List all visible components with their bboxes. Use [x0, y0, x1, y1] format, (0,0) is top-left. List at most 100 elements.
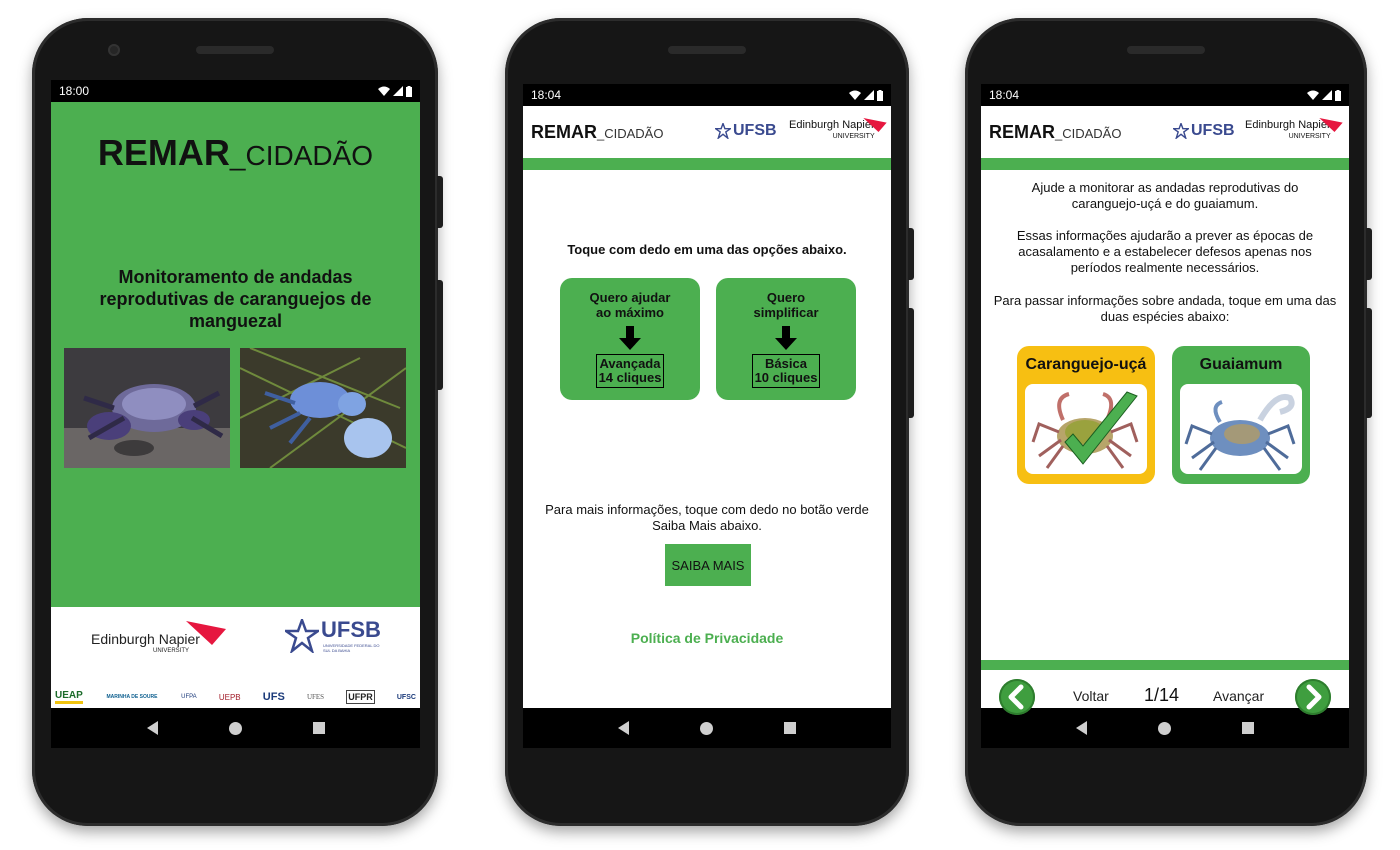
back-nav-icon[interactable]	[1076, 721, 1088, 735]
arrow-down-icon	[619, 326, 641, 350]
screen-body: REMAR_CIDADÃO UFSB Edinburgh Napier UNIV…	[523, 106, 891, 708]
info-line-2: Saiba Mais abaixo.	[652, 518, 762, 533]
status-icons	[378, 85, 412, 97]
recents-nav-icon[interactable]	[1241, 722, 1254, 734]
android-nav-bar	[523, 708, 891, 748]
recents-nav-icon[interactable]	[312, 722, 325, 734]
volume-button	[437, 280, 443, 390]
status-time: 18:00	[59, 84, 90, 98]
status-time: 18:04	[989, 88, 1020, 102]
phone-3: 18:04 REMAR_CIDADÃO UFSB Edinburgh Napie…	[965, 18, 1372, 826]
napier-logo: Edinburgh Napier UNIVERSITY	[789, 120, 875, 142]
recents-nav-icon[interactable]	[783, 722, 796, 734]
app-title: REMAR_CIDADÃO	[531, 122, 663, 143]
napier-name: Edinburgh Napier	[91, 631, 200, 647]
arrow-down-icon	[775, 326, 797, 350]
crab-photo-right	[240, 348, 406, 468]
home-nav-icon[interactable]	[699, 721, 713, 735]
app-title-main: REMAR	[97, 132, 230, 173]
option-mode-box: Básica 10 cliques	[752, 354, 820, 388]
napier-logo: Edinburgh Napier UNIVERSITY	[1245, 120, 1331, 142]
napier-name: Edinburgh Napier	[1245, 119, 1331, 131]
battery-icon	[406, 85, 412, 97]
status-bar: 18:04	[523, 84, 891, 106]
splash-heading: Monitoramento de andadas reprodutivas de…	[99, 267, 372, 331]
back-nav-icon[interactable]	[618, 721, 630, 735]
wifi-icon	[378, 86, 390, 96]
species-card-caranguejo-uca[interactable]: Caranguejo-uçá	[1017, 346, 1155, 484]
options-prompt: Toque com dedo em uma das opções abaixo.	[567, 242, 847, 257]
napier-university: UNIVERSITY	[153, 648, 190, 654]
logo-soure: MARINHA DE SOURE	[106, 694, 158, 700]
screen-1: 18:00 REMAR_CIDADÃO Monitoramento de and…	[51, 80, 420, 748]
species-card-guaiamum[interactable]: Guaiamum	[1172, 346, 1310, 484]
option-mode: Avançada	[599, 356, 661, 371]
speaker-grille	[1127, 46, 1205, 54]
battery-icon	[1335, 89, 1341, 101]
napier-university: UNIVERSITY	[1288, 133, 1331, 140]
wifi-icon	[849, 90, 861, 100]
napier-swoosh-icon	[1319, 118, 1343, 132]
screen-body: REMAR_CIDADÃO UFSB Edinburgh Napier UNIV…	[981, 106, 1349, 715]
ufsb-subtext: UNIVERSIDADE FEDERAL DO SUL DA BAHIA	[323, 643, 380, 653]
back-nav-icon[interactable]	[146, 721, 158, 735]
status-icons	[1307, 89, 1341, 101]
logo-ufes: UFES	[306, 693, 325, 701]
bottom-accent-bar	[981, 660, 1349, 670]
crab-photo-left	[64, 348, 230, 468]
advanced-option-card[interactable]: Quero ajudar ao máximo Avançada 14 cliques	[560, 278, 700, 400]
power-button	[908, 228, 914, 280]
home-nav-icon[interactable]	[1157, 721, 1171, 735]
app-header: REMAR_CIDADÃO UFSB Edinburgh Napier UNIV…	[523, 106, 891, 170]
back-label[interactable]: Voltar	[1073, 688, 1109, 704]
ufsb-wordmark: UFSB	[733, 122, 777, 139]
species-name: Caranguejo-uçá	[1025, 356, 1147, 373]
wifi-icon	[1307, 90, 1319, 100]
logo-ufpr: UFPR	[346, 690, 375, 704]
logo-uepb: UEPB	[218, 692, 241, 702]
logo-ufpa: UFPA	[181, 694, 197, 700]
napier-swoosh-icon	[863, 118, 887, 132]
intro-paragraph-1: Ajude a monitorar as andadas reprodutiva…	[1031, 180, 1299, 211]
status-bar: 18:04	[981, 84, 1349, 106]
napier-university: UNIVERSITY	[832, 133, 875, 140]
next-label[interactable]: Avançar	[1213, 688, 1264, 704]
home-nav-icon[interactable]	[228, 721, 242, 735]
app-title-sub: _CIDADÃO	[229, 140, 374, 171]
app-title-main: REMAR	[989, 122, 1055, 142]
ufsb-logo: UFSB	[715, 122, 777, 140]
app-title-main: REMAR	[531, 122, 597, 142]
ufsb-star-icon	[1173, 123, 1189, 139]
napier-name: Edinburgh Napier	[789, 119, 875, 131]
screen-2: 18:04 REMAR_CIDADÃO UFSB Edinburgh Napie…	[523, 84, 891, 748]
ufsb-wordmark: UFSB	[321, 617, 381, 642]
ufsb-star-icon	[285, 619, 319, 653]
saiba-mais-button[interactable]: SAIBA MAIS	[665, 544, 751, 586]
napier-swoosh-icon	[186, 621, 226, 645]
screen-3: 18:04 REMAR_CIDADÃO UFSB Edinburgh Napie…	[981, 84, 1349, 748]
signal-icon	[1322, 90, 1332, 100]
intro-paragraph-3: Para passar informações sobre andada, to…	[993, 293, 1337, 324]
signal-icon	[864, 90, 874, 100]
option-label-line2: ao máximo	[596, 305, 664, 320]
front-camera	[108, 44, 120, 56]
basic-option-card[interactable]: Quero simplificar Básica 10 cliques	[716, 278, 856, 400]
phone-2: 18:04 REMAR_CIDADÃO UFSB Edinburgh Napie…	[505, 18, 914, 826]
status-time: 18:04	[531, 88, 562, 102]
ufsb-logo: UFSB	[1173, 122, 1235, 140]
more-info-text: Para mais informações, toque com dedo no…	[533, 502, 881, 534]
species-name: Guaiamum	[1199, 356, 1283, 373]
logo-ufsc: UFSC	[396, 693, 416, 701]
splash-panel: REMAR_CIDADÃO Monitoramento de andadas r…	[51, 102, 420, 607]
app-title-sub: _CIDADÃO	[597, 126, 664, 141]
option-label-line2: simplificar	[753, 305, 819, 320]
signal-icon	[393, 86, 403, 96]
sponsor-logos-panel: Edinburgh Napier UNIVERSITY UFSB UNIVERS…	[51, 607, 420, 708]
android-nav-bar	[51, 708, 420, 748]
page-counter: 1/14	[1144, 685, 1180, 705]
option-mode-box: Avançada 14 cliques	[596, 354, 664, 388]
option-clicks: 14 cliques	[598, 370, 662, 385]
volume-button	[1366, 308, 1372, 418]
privacy-policy-link[interactable]: Política de Privacidade	[523, 630, 891, 646]
power-button	[1366, 228, 1372, 280]
